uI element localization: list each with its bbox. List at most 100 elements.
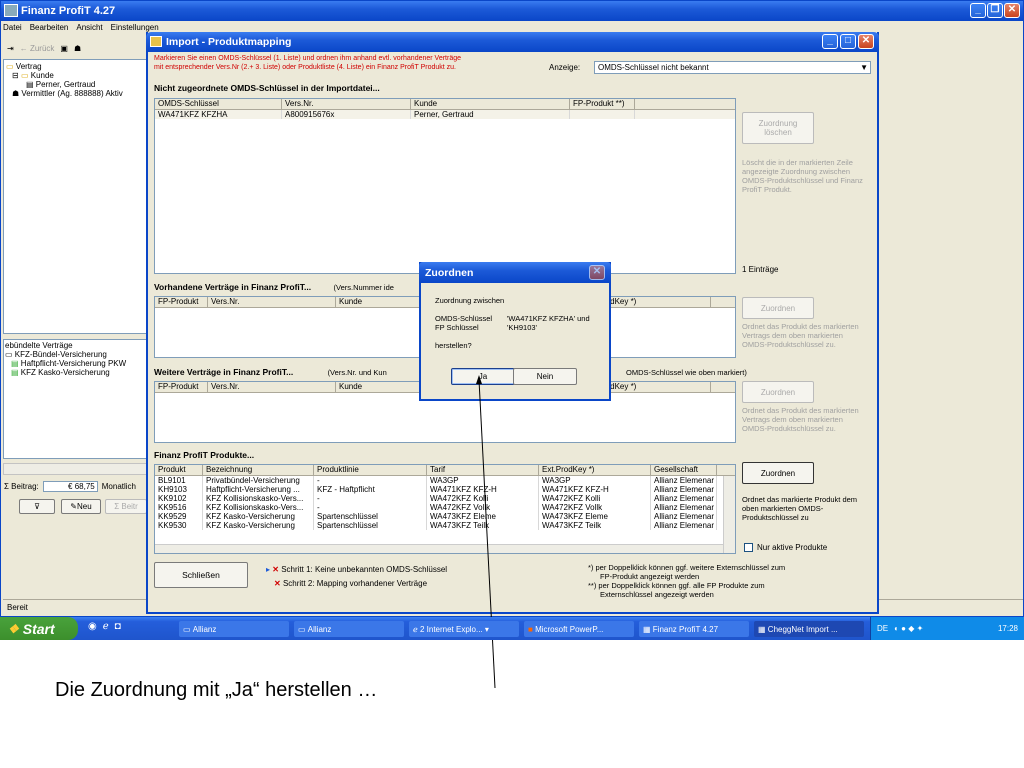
taskbar-item-allianz-1[interactable]: ▭ Allianz xyxy=(179,621,289,637)
confirm-titlebar[interactable]: Zuordnen ✕ xyxy=(419,262,611,283)
menu-bearbeiten[interactable]: Bearbeiten xyxy=(30,23,69,36)
close-icon[interactable]: ✕ xyxy=(1004,3,1020,18)
column-header[interactable]: Kunde xyxy=(411,99,570,109)
contracts-panel: ebündelte Verträge ▭ KFZ-Bündel-Versiche… xyxy=(3,339,148,459)
checkbox-box[interactable] xyxy=(744,543,753,552)
column-header[interactable]: FP-Produkt xyxy=(155,297,208,307)
table-cell: - xyxy=(314,494,427,503)
step-label: Schritt 2: Mapping vorhandener Verträge xyxy=(282,579,428,588)
zuordnung-loeschen-button[interactable]: Zuordnung löschen xyxy=(742,112,814,144)
language-indicator[interactable]: DE xyxy=(877,624,888,633)
restore-icon[interactable]: ❐ xyxy=(987,3,1003,18)
people-icon[interactable]: ☗ xyxy=(74,44,81,53)
beitrag-button[interactable]: Σ Beitr xyxy=(105,499,147,514)
main-titlebar[interactable]: Finanz ProfiT 4.27 _ ❐ ✕ xyxy=(1,1,1023,21)
tree-item-kunde[interactable]: ⊟ ▭ Kunde xyxy=(6,71,145,80)
desktop-icon[interactable]: ◉ xyxy=(88,621,97,632)
tree-item-customer[interactable]: ▤ Perner, Gertraud xyxy=(6,80,145,89)
column-header[interactable]: OMDS-Schlüssel xyxy=(155,99,282,109)
column-header[interactable]: Vers.Nr. xyxy=(208,382,336,392)
people-icon: ☗ xyxy=(12,89,20,98)
maximize-icon[interactable]: □ xyxy=(840,34,856,49)
tree-item-vertrag[interactable]: ▭ Vertrag xyxy=(6,62,145,71)
column-header[interactable]: FP-Produkt **) xyxy=(570,99,635,109)
app-icon xyxy=(4,4,18,17)
column-header[interactable]: Gesellschaft xyxy=(651,465,717,475)
table-row[interactable]: WA471KFZ KFZHA A800915676x Perner, Gertr… xyxy=(155,110,735,119)
column-header[interactable]: Tarif xyxy=(427,465,539,475)
beitrag-period[interactable]: Monatlich xyxy=(102,482,136,491)
filter-button[interactable]: ⊽ xyxy=(19,499,55,514)
anzeige-select[interactable]: OMDS-Schlüssel nicht bekannt ▼ xyxy=(594,61,871,74)
nein-button[interactable]: Nein xyxy=(513,368,577,385)
menu-ansicht[interactable]: Ansicht xyxy=(76,23,102,36)
dialog-titlebar[interactable]: Import - Produktmapping _ □ ✕ xyxy=(146,32,879,52)
exit-icon[interactable]: ⇥ xyxy=(7,44,14,53)
folder-icon: ▭ xyxy=(20,71,29,80)
start-button[interactable]: ❖ Start xyxy=(0,617,78,640)
ie-icon[interactable]: ℯ xyxy=(103,621,109,632)
minimize-icon[interactable]: _ xyxy=(970,3,986,18)
column-header[interactable]: Vers.Nr. xyxy=(208,297,336,307)
table-row[interactable]: KK9102 KFZ Kollisionskasko-Vers... - WA472K… xyxy=(155,494,735,503)
h-scrollbar[interactable] xyxy=(155,544,723,553)
table-row[interactable]: KK9516 KFZ Kollisionskasko-Vers... - WA472K… xyxy=(155,503,735,512)
table-row[interactable]: KK9529 KFZ Kasko-Versicherung Spartenschlü… xyxy=(155,512,735,521)
folder-icon: ▭ xyxy=(298,624,306,634)
contract-kasko[interactable]: ▤ KFZ Kasko-Versicherung xyxy=(5,368,146,377)
contract-haftpflicht[interactable]: ▤ Haftpflicht-Versicherung PKW xyxy=(5,359,146,368)
taskbar-item-chegg[interactable]: ▦ CheggNet Import ... xyxy=(754,621,864,637)
tray-icons[interactable]: ◐ ● ◆ ✦ xyxy=(894,624,923,633)
windows-logo-icon: ❖ xyxy=(8,621,19,636)
column-header[interactable]: Produkt xyxy=(155,465,203,475)
column-header[interactable]: Produktlinie xyxy=(314,465,427,475)
table-row[interactable]: KK9530 KFZ Kasko-Versicherung Spartenschlü… xyxy=(155,521,735,530)
table-row[interactable]: KH9103 Haftpflicht-Versicherung ... KFZ - … xyxy=(155,485,735,494)
tree-label: Vertrag xyxy=(15,62,42,71)
taskbar-item-finanz[interactable]: ▦ Finanz ProfiT 4.27 xyxy=(639,621,749,637)
zuordnen-button-2[interactable]: Zuordnen xyxy=(742,297,814,319)
clock[interactable]: 17:28 xyxy=(998,624,1024,633)
taskbar-label: 2 Internet Explo... xyxy=(419,624,483,634)
column-header[interactable]: Ext.ProdKey *) xyxy=(539,465,651,475)
taskbar-item-powerpoint[interactable]: ■ Microsoft PowerP... xyxy=(524,621,634,637)
table-cell: - xyxy=(314,503,427,512)
taskbar-label: CheggNet Import ... xyxy=(767,624,838,634)
button-label: Zuordnung xyxy=(758,119,798,128)
contract-group[interactable]: ebündelte Verträge xyxy=(5,341,146,350)
new-button[interactable]: ✎ Neu xyxy=(61,499,101,514)
column-header[interactable]: Vers.Nr. xyxy=(282,99,411,109)
outlook-icon[interactable]: ◘ xyxy=(115,621,121,632)
close-icon[interactable]: ✕ xyxy=(589,265,605,280)
nur-aktive-checkbox[interactable]: Nur aktive Produkte xyxy=(744,543,827,552)
section-note-2: OMDS-Schlüssel wie oben markiert) xyxy=(626,368,747,377)
view-icon[interactable]: ▣ xyxy=(60,44,68,53)
taskbar-item-allianz-2[interactable]: ▭ Allianz xyxy=(294,621,404,637)
tree-item-vermittler[interactable]: ☗ Vermittler (Ag. 888888) Aktiv xyxy=(6,89,145,98)
menu-datei[interactable]: Datei xyxy=(3,23,22,36)
contract-kfz-buendel[interactable]: ▭ KFZ-Bündel-Versicherung xyxy=(5,350,146,359)
zuordnen-button-4[interactable]: Zuordnen xyxy=(742,462,814,484)
h-scrollbar[interactable] xyxy=(3,463,148,475)
omds-grid[interactable]: OMDS-Schlüssel Vers.Nr. Kunde FP-Produkt… xyxy=(154,98,736,274)
ie-icon: ℯ xyxy=(413,624,418,634)
column-header[interactable]: Bezeichnung xyxy=(203,465,314,475)
section-title-omds: Nicht zugeordnete OMDS-Schlüssel in der … xyxy=(154,83,380,93)
v-scrollbar[interactable] xyxy=(723,476,735,553)
button-label: Schließen xyxy=(182,570,220,580)
dialog-icon xyxy=(150,36,162,47)
back-button[interactable]: ← Zurück xyxy=(20,44,55,53)
instruction-line: mit entsprechender Vers.Nr (2.+ 3. Liste… xyxy=(154,64,456,71)
column-header[interactable]: rodKey *) xyxy=(600,382,711,392)
minimize-icon[interactable]: _ xyxy=(822,34,838,49)
close-dialog-button[interactable]: Schließen xyxy=(154,562,248,588)
ja-button[interactable]: Ja xyxy=(451,368,515,385)
taskbar-item-ie[interactable]: ℯ 2 Internet Explo... ▾ xyxy=(409,621,519,637)
zuordnen-button-3[interactable]: Zuordnen xyxy=(742,381,814,403)
produkte-grid[interactable]: Produkt Bezeichnung Produktlinie Tarif E… xyxy=(154,464,736,554)
folder-icon: ▭ xyxy=(5,350,13,359)
close-icon[interactable]: ✕ xyxy=(858,34,874,49)
column-header[interactable]: rodKey *) xyxy=(600,297,711,307)
table-row[interactable]: BL9101 Privatbündel-Versicherung - WA3GP WA3… xyxy=(155,476,735,485)
column-header[interactable]: FP-Produkt xyxy=(155,382,208,392)
